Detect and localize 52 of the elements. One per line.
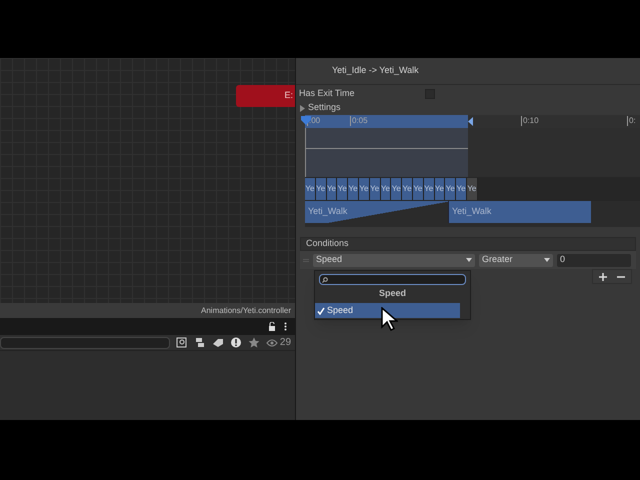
warning-icon[interactable] <box>230 337 242 348</box>
foldout-label[interactable]: Settings <box>308 101 341 115</box>
search-field[interactable] <box>319 274 466 285</box>
search-field[interactable] <box>0 336 170 348</box>
frame-tile: Ye <box>391 178 402 200</box>
frame-tile: Ye <box>402 178 413 200</box>
frame-tile: Ye <box>305 178 316 200</box>
checkmark-icon <box>317 306 325 314</box>
range-end-marker-icon[interactable] <box>468 117 473 126</box>
clip-bar[interactable]: Yeti_Walk <box>305 201 448 223</box>
field-label: Has Exit Time <box>299 87 356 100</box>
frame-tile: Ye <box>358 178 370 200</box>
filter-icon[interactable] <box>194 337 206 348</box>
value-field[interactable]: 0 <box>557 254 631 266</box>
menu-heading: Speed <box>378 287 406 300</box>
frame-tile: Ye <box>424 178 435 200</box>
clip-bar[interactable]: Yeti_Walk <box>448 201 591 223</box>
time-label: 0: <box>627 116 636 126</box>
time-label: 0:10 <box>521 116 539 126</box>
frame-tile: Ye <box>370 178 381 200</box>
menu-item[interactable]: Speed <box>315 303 460 318</box>
playhead-marker-icon[interactable] <box>301 116 311 125</box>
frame-tile: Ye <box>348 178 359 200</box>
visible-count: 29 <box>280 336 292 350</box>
asset-path: Animations/Yeti.controller <box>201 304 291 316</box>
mode-dropdown[interactable]: Greater <box>479 254 553 266</box>
cursor-icon <box>381 307 398 331</box>
frame-tile: Ye <box>466 178 478 200</box>
caret-icon <box>544 258 550 262</box>
frame-tile: Ye <box>316 178 327 200</box>
star-icon[interactable] <box>248 337 260 348</box>
state-node[interactable]: E: <box>236 85 295 107</box>
search-icon <box>322 276 328 282</box>
frame-tile: Ye <box>412 178 424 200</box>
frame-tile: Ye <box>337 178 348 200</box>
tag-icon[interactable] <box>212 337 224 348</box>
time-label: 0:05 <box>350 116 368 126</box>
lock-icon[interactable] <box>268 322 276 331</box>
eye-icon[interactable] <box>266 338 278 346</box>
caret-icon <box>466 258 472 262</box>
transition-title: Yeti_Idle -> Yeti_Walk <box>332 64 419 78</box>
add-icon[interactable] <box>599 272 607 280</box>
parameter-dropdown[interactable]: Speed <box>313 254 475 266</box>
foldout-arrow-icon[interactable] <box>299 104 305 112</box>
more-icon[interactable] <box>284 322 287 331</box>
frame-tile: Ye <box>326 178 338 200</box>
frame-tile: Ye <box>445 178 456 200</box>
section-header: Conditions <box>306 237 349 250</box>
frame-tile: Ye <box>456 178 467 200</box>
search-by-type-icon[interactable] <box>176 337 188 348</box>
frame-tile: Ye <box>434 178 446 200</box>
frame-tile: Ye <box>380 178 392 200</box>
